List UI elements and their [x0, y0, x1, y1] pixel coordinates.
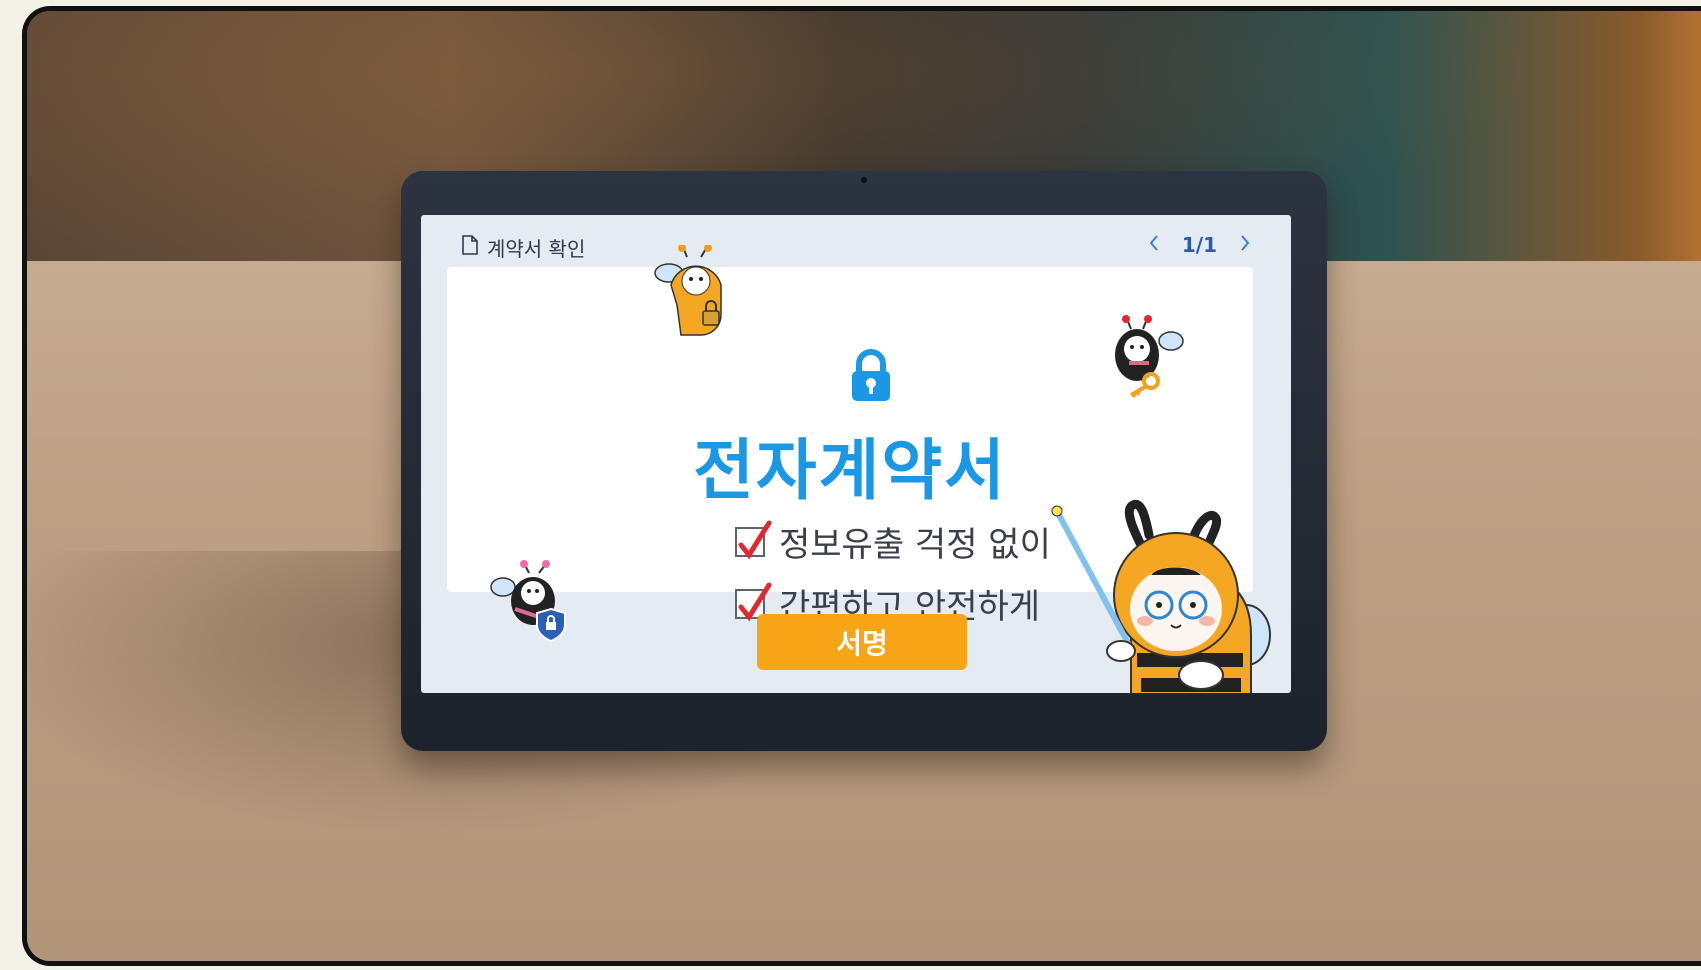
chevron-right-icon[interactable]: [1239, 233, 1251, 257]
document-title: 계약서 확인: [461, 233, 585, 262]
chevron-left-icon[interactable]: [1148, 233, 1160, 257]
lock-icon: [849, 349, 893, 407]
bee-mascot-pointer-icon: [1041, 485, 1271, 693]
document-title-label: 계약서 확인: [487, 237, 586, 261]
check-item-1: 정보유출 걱정 없이: [735, 517, 1051, 566]
page-indicator: 1/1: [1181, 233, 1217, 257]
document-icon: [461, 235, 479, 260]
checkbox-checked-icon: [735, 520, 772, 559]
tablet-device: 계약서 확인 1/1 전자계약서 정보유출 걱정 없이 간편하고 안전하게 서명: [401, 171, 1327, 751]
tablet-screen: 계약서 확인 1/1 전자계약서 정보유출 걱정 없이 간편하고 안전하게 서명: [421, 215, 1291, 693]
bee-mascot-shield-icon: [489, 559, 573, 647]
check-item-label: 정보유출 걱정 없이: [779, 525, 1051, 565]
pager: 1/1: [1148, 233, 1251, 257]
tablet-camera: [861, 177, 867, 183]
bee-mascot-key-icon: [1107, 315, 1187, 403]
screen-header: 계약서 확인 1/1: [421, 215, 1291, 271]
sign-button[interactable]: 서명: [757, 614, 967, 670]
bee-mascot-lock-icon: [651, 244, 731, 341]
video-frame: 계약서 확인 1/1 전자계약서 정보유출 걱정 없이 간편하고 안전하게 서명: [22, 6, 1701, 966]
